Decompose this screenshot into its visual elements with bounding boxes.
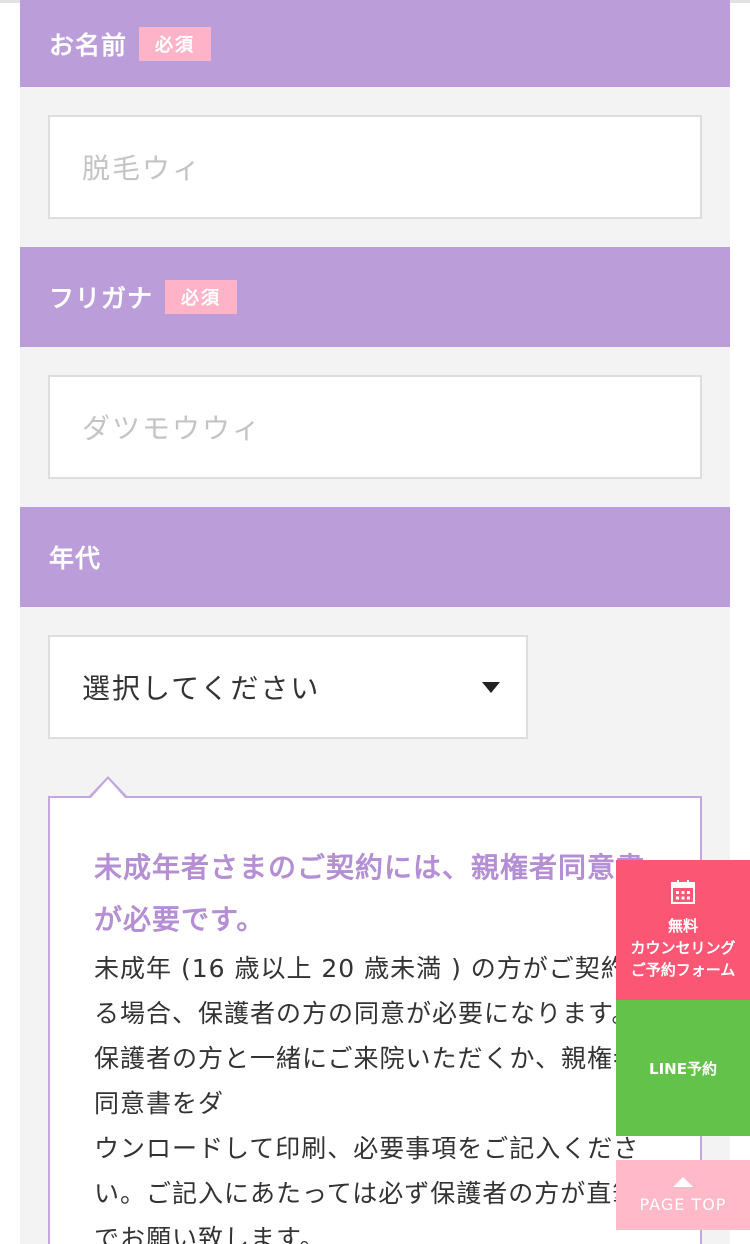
age-label: 年代	[49, 544, 102, 573]
page-top-label: PAGE TOP	[639, 1194, 727, 1214]
counsel-line1: 無料	[667, 917, 698, 935]
reservation-form-page: お名前 必須 脱毛ウィ フリガナ 必須 ダツモウウィ 年代 選択してください 未…	[0, 0, 750, 1244]
notice-paragraph: ウンロードして印刷、必要事項をご記入ください。ご記入にあたっては必ず保護者の方が…	[94, 1134, 640, 1244]
name-input[interactable]: 脱毛ウィ	[48, 115, 702, 219]
notice-pointer-fill	[90, 779, 126, 799]
notice-body: 未成年 (16 歳以上 20 歳未満 ) の方がご契約する場合、保護者の方の同意…	[94, 946, 654, 1244]
name-section-header: お名前 必須	[20, 0, 730, 87]
furigana-input-placeholder: ダツモウウィ	[82, 412, 263, 445]
line-reservation-button[interactable]: LINE予約	[616, 1000, 750, 1136]
name-required-badge: 必須	[139, 26, 212, 61]
name-label: お名前	[49, 30, 128, 60]
age-select[interactable]: 選択してください	[48, 635, 528, 739]
furigana-section-header: フリガナ 必須	[20, 247, 730, 347]
minor-consent-notice: 未成年者さまのご契約には、親権者同意書が必要です。 未成年 (16 歳以上 20…	[48, 776, 702, 1244]
furigana-label: フリガナ	[49, 284, 154, 313]
name-input-placeholder: 脱毛ウィ	[82, 152, 203, 185]
notice-title: 未成年者さまのご契約には、親権者同意書が必要です。	[94, 851, 646, 936]
furigana-input[interactable]: ダツモウウィ	[48, 375, 702, 479]
arrow-up-icon	[673, 1176, 693, 1187]
counsel-line2: カウンセリング	[630, 939, 736, 957]
counsel-line3: ご予約フォーム	[630, 961, 736, 979]
age-select-value: 選択してください	[82, 672, 321, 705]
line-reservation-label: LINE予約	[649, 1059, 717, 1078]
furigana-required-badge: 必須	[165, 280, 238, 314]
calendar-icon	[671, 880, 695, 904]
caret-down-icon	[482, 682, 500, 693]
notice-paragraph: 未成年 (16 歳以上 20 歳未満 ) の方がご契約する場合、保護者の方の同意…	[94, 954, 653, 1118]
age-section-header: 年代	[20, 507, 730, 607]
page-top-button[interactable]: PAGE TOP	[616, 1160, 750, 1230]
free-counseling-reservation-button[interactable]: 無料 カウンセリング ご予約フォーム	[616, 860, 750, 1000]
